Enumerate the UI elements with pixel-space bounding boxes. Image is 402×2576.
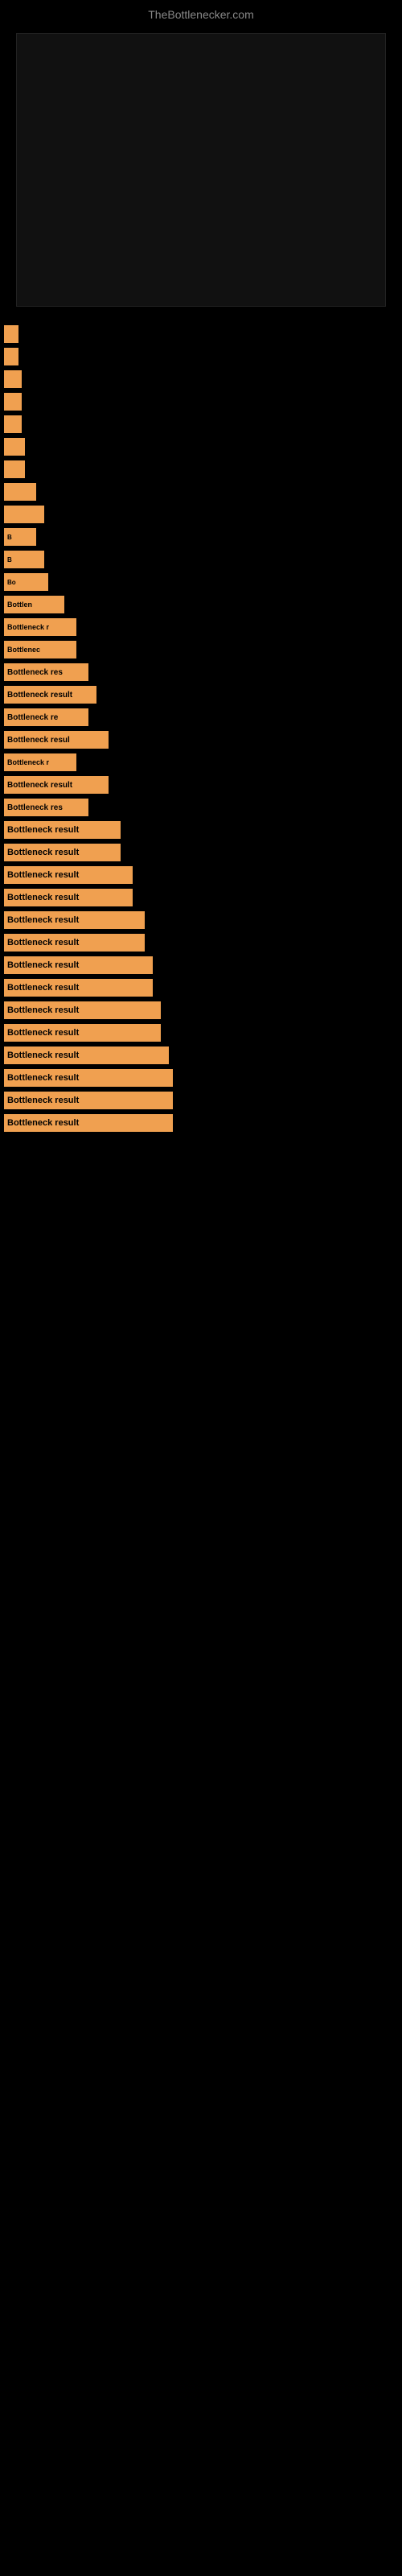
result-bar: Bottleneck r [4,618,76,636]
list-item [0,436,402,458]
result-bar: Bottleneck result [4,1046,169,1064]
result-bar: Bottlenec [4,641,76,658]
result-bar [4,393,22,411]
result-bar: Bottlen [4,596,64,613]
result-bar: Bottleneck result [4,776,109,794]
list-item [0,458,402,481]
result-bar: Bottleneck result [4,956,153,974]
result-bar: Bottleneck result [4,889,133,906]
list-item [0,413,402,436]
result-bar: Bottleneck result [4,1024,161,1042]
list-item: Bottleneck result [0,819,402,841]
list-item: Bottleneck result [0,886,402,909]
result-bar: Bo [4,573,48,591]
result-bar [4,370,22,388]
result-bar: Bottleneck result [4,844,121,861]
list-item: Bottlenec [0,638,402,661]
list-item: Bottleneck result [0,841,402,864]
list-item: Bottleneck r [0,751,402,774]
list-item: Bottleneck result [0,774,402,796]
result-bar: Bottleneck res [4,799,88,816]
list-item: Bottleneck res [0,661,402,683]
result-bar: Bottleneck result [4,866,133,884]
list-item: Bottleneck result [0,1112,402,1134]
list-item: Bottleneck result [0,909,402,931]
list-item: Bottleneck resul [0,729,402,751]
result-bar: Bottleneck res [4,663,88,681]
list-item: Bottleneck result [0,1022,402,1044]
result-bar: Bottleneck result [4,686,96,704]
result-bar [4,460,25,478]
list-item: Bottleneck result [0,931,402,954]
list-item: B [0,526,402,548]
result-bar: Bottleneck result [4,1092,173,1109]
list-item: Bottleneck result [0,976,402,999]
result-bar: Bottleneck resul [4,731,109,749]
list-item: B [0,548,402,571]
result-bar: Bottleneck result [4,1114,173,1132]
list-item: Bottleneck result [0,683,402,706]
list-item: Bottleneck result [0,999,402,1022]
result-bar: B [4,528,36,546]
chart-area [16,33,386,307]
result-bar [4,325,18,343]
result-bar: Bottleneck result [4,1001,161,1019]
list-item: Bottleneck result [0,954,402,976]
result-bar: Bottleneck result [4,979,153,997]
result-bar [4,348,18,365]
list-item [0,323,402,345]
result-bar: Bottleneck result [4,934,145,952]
list-item [0,345,402,368]
list-item: Bo [0,571,402,593]
list-item: Bottlen [0,593,402,616]
list-item [0,503,402,526]
list-item: Bottleneck result [0,1044,402,1067]
list-item: Bottleneck result [0,1089,402,1112]
list-item [0,368,402,390]
result-bar: Bottleneck result [4,911,145,929]
list-item: Bottleneck r [0,616,402,638]
result-bar [4,438,25,456]
site-title: TheBottlenecker.com [0,0,402,25]
result-bar [4,415,22,433]
list-item: Bottleneck re [0,706,402,729]
list-item: Bottleneck result [0,1067,402,1089]
result-bar [4,483,36,501]
result-bar: Bottleneck re [4,708,88,726]
items-container: BB Bo Bottlen Bottleneck r Bottlenec Bottlene… [0,315,402,1142]
list-item: Bottleneck res [0,796,402,819]
result-bar: Bottleneck result [4,821,121,839]
list-item [0,390,402,413]
result-bar: Bottleneck result [4,1069,173,1087]
list-item: Bottleneck result [0,864,402,886]
list-item [0,481,402,503]
result-bar: B [4,551,44,568]
result-bar: Bottleneck r [4,753,76,771]
result-bar [4,506,44,523]
